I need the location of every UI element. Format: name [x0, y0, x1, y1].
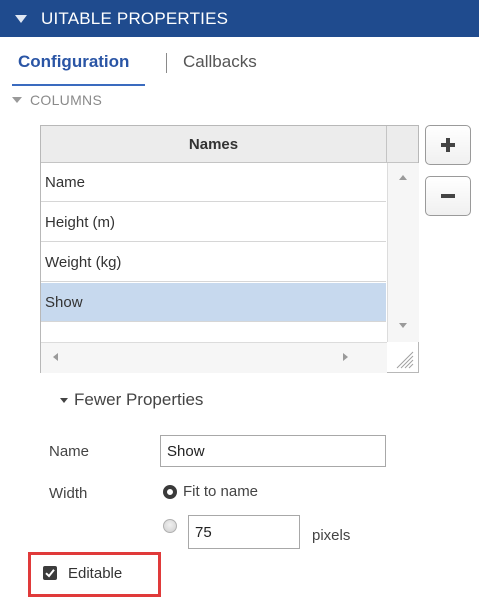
fewer-properties-label[interactable]: Fewer Properties — [74, 390, 203, 410]
minus-icon — [441, 194, 455, 198]
table-header-names: Names — [41, 126, 387, 163]
scroll-up-arrow-icon[interactable] — [399, 175, 407, 180]
fewer-properties-toggle[interactable]: Fewer Properties — [60, 390, 203, 410]
table-row[interactable]: Weight (kg) — [41, 243, 386, 282]
columns-section-label: COLUMNS — [30, 92, 103, 108]
scroll-left-arrow-icon[interactable] — [53, 353, 58, 361]
column-name-input[interactable] — [160, 435, 386, 467]
editable-checkbox[interactable] — [43, 566, 57, 580]
fit-to-name-label[interactable]: Fit to name — [183, 483, 258, 500]
scroll-right-arrow-icon[interactable] — [343, 353, 348, 361]
tab-separator — [166, 53, 167, 73]
table-header-corner — [387, 126, 418, 163]
vertical-scrollbar[interactable] — [387, 163, 419, 342]
panel-title: UITABLE PROPERTIES — [41, 8, 229, 28]
panel-header[interactable]: UITABLE PROPERTIES — [0, 0, 479, 37]
active-tab-indicator — [12, 84, 145, 86]
checkmark-icon — [45, 569, 55, 578]
width-pixels-input[interactable] — [188, 515, 300, 549]
scroll-down-arrow-icon[interactable] — [399, 323, 407, 328]
expand-triangle-icon[interactable] — [60, 397, 68, 403]
name-label: Name — [49, 443, 90, 460]
collapse-triangle-icon[interactable] — [15, 14, 27, 23]
plus-icon — [441, 138, 455, 152]
section-collapse-icon[interactable] — [12, 97, 22, 103]
horizontal-scrollbar[interactable] — [41, 342, 387, 373]
table-row[interactable]: Name — [41, 163, 386, 202]
tab-configuration[interactable]: Configuration — [18, 52, 129, 72]
radio-pixels[interactable] — [163, 519, 177, 533]
remove-column-button[interactable] — [425, 176, 471, 216]
table-row-selected[interactable]: Show — [41, 283, 386, 322]
width-label: Width — [49, 485, 88, 502]
pixels-unit-label: pixels — [312, 527, 351, 544]
column-names-table[interactable]: Names Name Height (m) Weight (kg) Show — [40, 125, 419, 373]
tab-callbacks[interactable]: Callbacks — [183, 52, 257, 72]
add-column-button[interactable] — [425, 125, 471, 165]
table-row[interactable]: Height (m) — [41, 203, 386, 242]
radio-fit-to-name[interactable] — [163, 485, 177, 499]
resize-grip-icon[interactable] — [391, 346, 415, 370]
columns-section-header[interactable]: COLUMNS — [12, 92, 102, 108]
editable-label[interactable]: Editable — [68, 565, 122, 582]
